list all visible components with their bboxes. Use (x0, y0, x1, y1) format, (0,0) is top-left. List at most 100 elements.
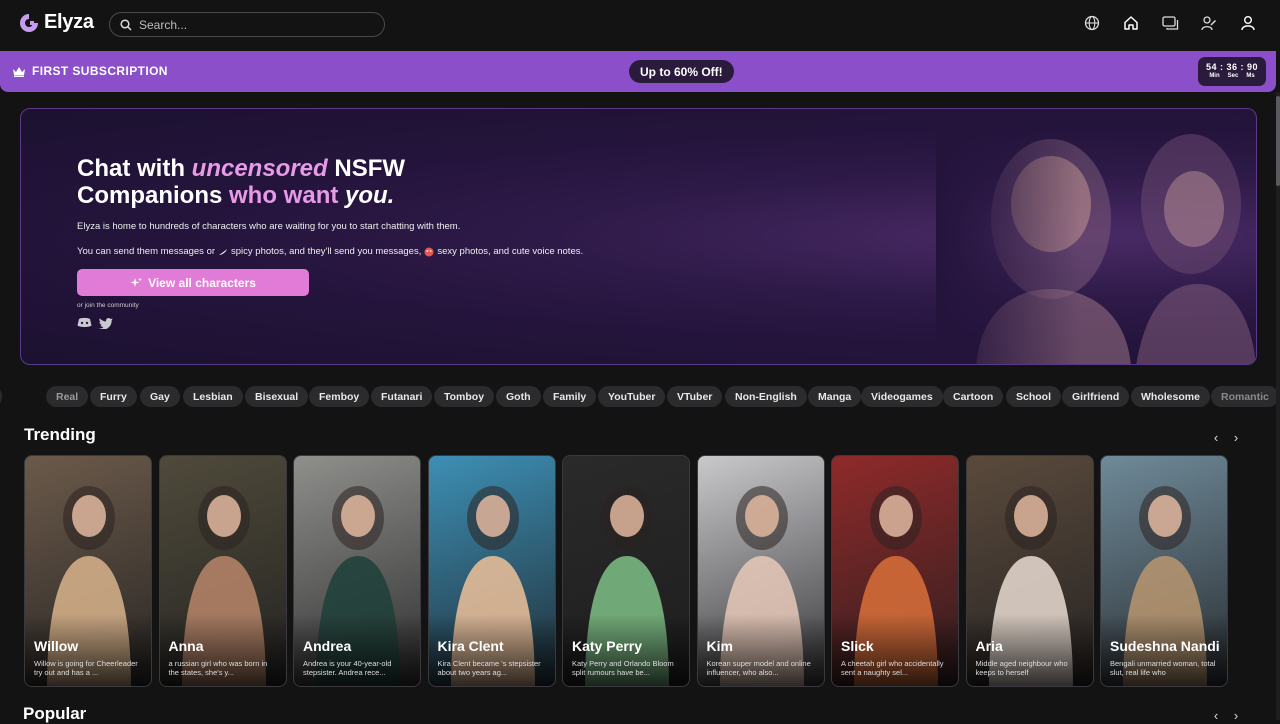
character-card[interactable]: Aria Middle aged neighbour who keeps to h… (965, 455, 1094, 687)
character-card[interactable]: Anna a russian girl who was born in the s… (158, 455, 287, 687)
hero-description-2: You can send them messages or spicy phot… (77, 246, 583, 257)
timer-value: 54 : 36 : 90 (1205, 62, 1259, 72)
hero-text: sexy photos, and cute voice notes. (437, 246, 584, 257)
tag-bisexual[interactable]: Bisexual (245, 386, 309, 407)
tag-real[interactable]: Real (46, 386, 89, 407)
hero-title-highlight: who want (229, 182, 346, 209)
sparkles-icon (130, 277, 143, 287)
trending-section-title: Trending (24, 425, 96, 444)
character-name: Slick (841, 638, 874, 654)
tag-videogames[interactable]: Videogames (861, 386, 943, 407)
pepper-icon (219, 248, 228, 255)
promo-label: FIRST SUBSCRIPTION (32, 64, 168, 78)
search-icon (120, 18, 132, 31)
top-navbar: Elyza (0, 0, 1280, 51)
category-tag-bar: · RealFurryGayLesbianBisexualFemboyFutan… (0, 386, 1276, 408)
tag-non-english[interactable]: Non-English (725, 386, 807, 407)
popular-section-title: Popular (23, 704, 87, 723)
trending-next-arrow[interactable]: › (1232, 430, 1240, 445)
character-description: Korean super model and online influencer… (706, 659, 811, 677)
character-name: Sudeshna Nandi (1110, 638, 1220, 654)
offer-badge[interactable]: Up to 60% Off! (629, 60, 734, 83)
chat-icon[interactable] (1160, 13, 1180, 33)
tag-cartoon[interactable]: Cartoon (943, 386, 1004, 407)
flushed-face-icon (424, 247, 434, 256)
tag-femboy[interactable]: Femboy (309, 386, 370, 407)
home-icon[interactable] (1121, 13, 1141, 33)
character-name: Kim (706, 638, 733, 654)
tag-furry[interactable]: Furry (90, 386, 137, 407)
user-icon[interactable] (1238, 13, 1258, 33)
search-input[interactable] (139, 17, 369, 32)
character-name: Katy Perry (572, 638, 643, 654)
hero-title: Chat with uncensored NSFW Companions who… (77, 155, 405, 209)
tag-manga[interactable]: Manga (808, 386, 862, 407)
character-card[interactable]: Willow Willow is going for Cheerleader tr… (24, 455, 152, 687)
character-name: Aria (975, 638, 1003, 654)
popular-prev-arrow[interactable]: ‹ (1212, 708, 1220, 723)
hero-title-part: you. (345, 182, 395, 209)
character-name: Anna (168, 638, 204, 654)
character-description: A cheetah girl who accidentally sent a n… (841, 659, 944, 677)
tag-wholesome[interactable]: Wholesome (1131, 386, 1210, 407)
character-card[interactable]: Kim Korean super model and online influen… (696, 455, 825, 687)
character-name: Kira Clent (437, 638, 504, 654)
cta-label: View all characters (148, 275, 256, 290)
tag-vtuber[interactable]: VTuber (667, 386, 723, 407)
hero-text: spicy photos, and they'll send you messa… (231, 246, 422, 257)
tag-gay[interactable]: Gay (140, 386, 180, 407)
hero-title-part: NSFW (327, 155, 406, 182)
tag-school[interactable]: School (1006, 386, 1062, 407)
character-card[interactable]: Slick A cheetah girl who accidentally sen… (831, 455, 959, 687)
character-card[interactable]: Katy Perry Katy Perry and Orlando Bloom s… (562, 455, 690, 687)
hero-text: You can send them messages or (77, 246, 216, 257)
character-description: Willow is going for Cheerleader try out … (34, 659, 138, 677)
hero-title-highlight: uncensored (191, 155, 328, 182)
brand-name: Elyza (44, 11, 94, 33)
tag-girlfriend[interactable]: Girlfriend (1062, 386, 1130, 407)
countdown-timer: 54 : 36 : 90 Min Sec Ms (1198, 57, 1266, 86)
timer-unit-sec: Sec (1227, 73, 1239, 79)
twitter-icon[interactable] (99, 317, 113, 329)
view-all-characters-button[interactable]: View all characters (77, 269, 309, 296)
tag-family[interactable]: Family (543, 386, 597, 407)
page-scrollbar-thumb[interactable] (1276, 96, 1280, 186)
character-name: Willow (34, 638, 79, 654)
crown-icon (13, 66, 25, 77)
hero-title-part: Companions (77, 182, 230, 209)
hero-description: Elyza is home to hundreds of characters … (77, 221, 461, 232)
page-scrollbar[interactable] (1276, 92, 1280, 720)
logo[interactable]: Elyza (18, 11, 94, 34)
character-card[interactable]: Andrea Andrea is your 40-year-old stepsis… (293, 455, 421, 687)
timer-unit-ms: Ms (1246, 73, 1255, 79)
character-description: Middle aged neighbour who keeps to herse… (975, 659, 1068, 677)
character-description: Katy Perry and Orlando Bloom split rumou… (572, 659, 674, 677)
character-description: Bengali unmarried woman, total slut, rea… (1110, 659, 1216, 677)
character-card[interactable]: Kira Clent Kira Clent became 's stepsiste… (427, 455, 556, 687)
hero-character-art (936, 109, 1256, 364)
create-character-icon[interactable] (1199, 13, 1219, 33)
tag-lesbian[interactable]: Lesbian (183, 386, 243, 407)
elyza-logo-icon (20, 13, 38, 32)
search-bar[interactable] (109, 12, 385, 37)
timer-unit-min: Min (1209, 73, 1220, 79)
discord-icon[interactable] (77, 317, 92, 328)
tag-fade-left: · (0, 386, 2, 407)
character-name: Andrea (303, 638, 352, 654)
tag-romantic[interactable]: Romantic (1211, 386, 1276, 407)
tag-tomboy[interactable]: Tomboy (434, 386, 495, 407)
tag-youtuber[interactable]: YouTuber (598, 386, 666, 407)
community-label: or join the community (77, 302, 139, 309)
hero-title-part: Chat with (77, 155, 192, 182)
trending-prev-arrow[interactable]: ‹ (1212, 430, 1220, 445)
character-description: Kira Clent became 's stepsister about tw… (437, 659, 541, 677)
character-card[interactable]: Sudeshna Nandi Bengali unmarried woman, t… (1100, 455, 1228, 687)
tag-futanari[interactable]: Futanari (371, 386, 433, 407)
popular-next-arrow[interactable]: › (1232, 708, 1240, 723)
character-description: a russian girl who was born in the state… (168, 659, 268, 677)
character-description: Andrea is your 40-year-old stepsister. A… (303, 659, 392, 677)
globe-icon[interactable] (1082, 13, 1102, 33)
promo-banner[interactable]: FIRST SUBSCRIPTION Up to 60% Off! 54 : 3… (0, 51, 1276, 92)
tag-goth[interactable]: Goth (496, 386, 541, 407)
hero-banner: Chat with uncensored NSFW Companions who… (20, 108, 1257, 365)
